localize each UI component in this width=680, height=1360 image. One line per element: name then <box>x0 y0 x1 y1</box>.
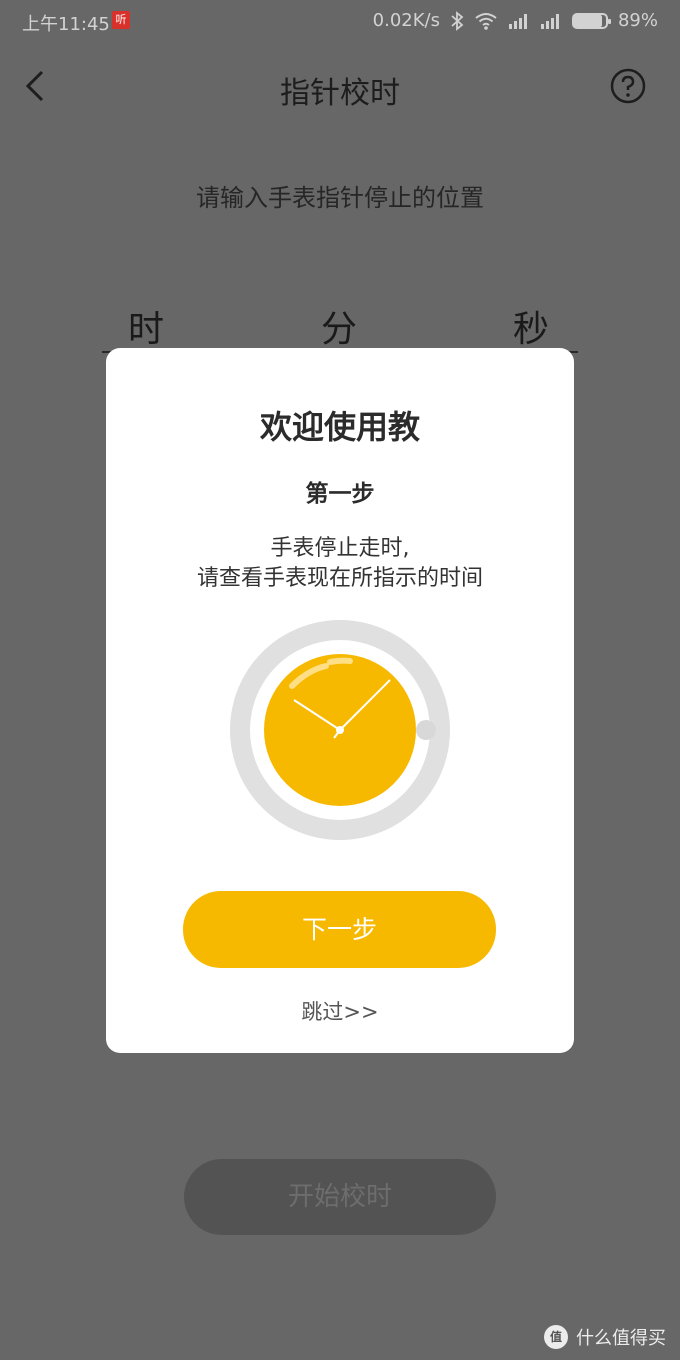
watermark-logo: 值 <box>544 1325 568 1349</box>
help-circle-icon[interactable] <box>610 68 646 104</box>
battery-icon <box>571 12 611 29</box>
top-app-bar: 指针校时 <box>0 42 680 132</box>
dialog-title: 欢迎使用教 <box>259 408 420 446</box>
signal-icon <box>508 13 527 29</box>
step-description: 手表停止走时, 请查看手表现在所指示的时间 <box>106 534 574 594</box>
network-speed: 0.02K/s <box>372 10 440 31</box>
app-notification-icon: 听 <box>112 11 130 29</box>
start-calibration-button[interactable]: 开始校时 <box>184 1159 496 1235</box>
next-step-button[interactable]: 下一步 <box>183 891 496 968</box>
watermark-text: 什么值得买 <box>576 1328 666 1349</box>
status-right: 0.02K/s 89% <box>373 10 658 31</box>
status-time: 上午11:45 <box>22 14 110 35</box>
description-line: 请查看手表现在所指示的时间 <box>196 566 483 591</box>
bluetooth-icon <box>451 10 464 31</box>
second-label: 秒 <box>512 309 549 350</box>
minute-label: 分 <box>320 309 357 350</box>
description-line: 手表停止走时, <box>270 536 410 561</box>
page-title: 指针校时 <box>280 76 400 111</box>
watch-icon <box>230 620 450 840</box>
status-bar: 上午11:45 听 0.02K/s 89% <box>0 0 680 42</box>
instruction-text: 请输入手表指针停止的位置 <box>196 184 484 212</box>
battery-level-fill <box>573 14 603 27</box>
skip-link[interactable]: 跳过>> <box>106 996 574 1026</box>
tutorial-dialog: 欢迎使用教 第一步 手表停止走时, 请查看手表现在所指示的时间 下一步 跳过>> <box>106 348 574 1053</box>
hour-label: 时 <box>127 309 164 350</box>
step-label: 第一步 <box>305 481 375 507</box>
signal-icon <box>540 13 559 29</box>
watermark: 值 什么值得买 <box>544 1324 666 1350</box>
wifi-icon <box>475 12 497 30</box>
battery-percent: 89% <box>617 10 658 31</box>
